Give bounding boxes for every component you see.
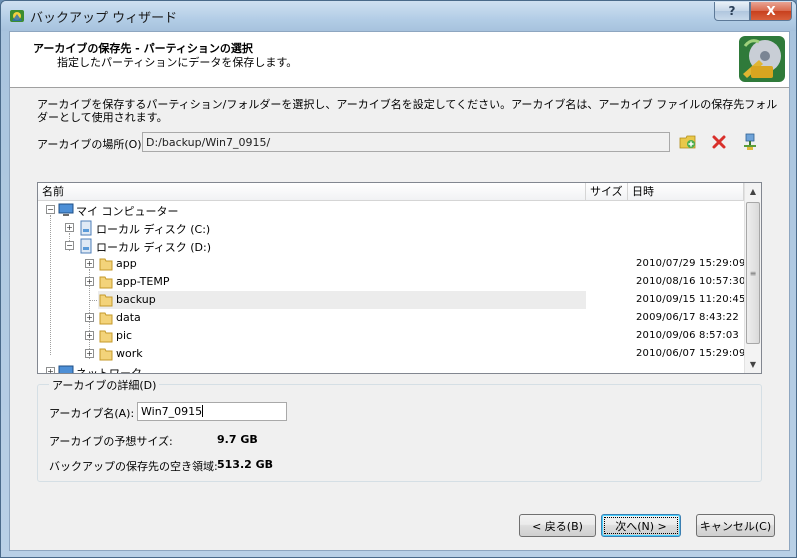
network-icon [58,365,74,373]
delete-icon [712,135,726,149]
location-field[interactable]: D:/backup/Win7_0915/ [142,132,670,152]
instruction-text: アーカイブを保存するパーティション/フォルダーを選択し、アーカイブ名を設定してく… [37,98,778,124]
scroll-down-arrow[interactable]: ▼ [745,356,761,373]
new-folder-button[interactable] [677,132,699,152]
page-subtitle: 指定したパーティションにデータを保存します。 [57,56,298,69]
tree-label: work [116,347,143,360]
delete-button[interactable] [708,132,730,152]
collapse-toggle[interactable]: − [46,205,55,214]
expand-toggle[interactable]: + [85,277,94,286]
tree-row[interactable]: + app 2010/07/29 15:29:09 [38,255,746,273]
expand-toggle[interactable]: + [85,331,94,340]
tree-label: ローカル ディスク (C:) [96,223,211,236]
app-icon [10,10,24,22]
folder-icon [99,348,113,361]
cancel-button[interactable]: キャンセル(C) [696,514,775,537]
expand-toggle[interactable]: + [65,223,74,232]
folder-icon [99,330,113,343]
column-name[interactable]: 名前 [38,183,586,201]
archive-name-label: アーカイブ名(A): [49,407,135,420]
expand-toggle[interactable]: + [85,349,94,358]
wizard-header-icon [739,36,785,82]
new-folder-icon [679,135,696,149]
tree-row-selected[interactable]: backup 2010/09/15 11:20:45 [38,291,746,309]
location-label: アーカイブの場所(O): [37,138,146,151]
window-title: バックアップ ウィザード [30,11,178,26]
tree-row[interactable]: + data 2009/06/17 8:43:22 [38,309,744,327]
estimated-size-value: 9.7 GB [217,433,258,446]
tree-scrollbar[interactable]: ▲ ≡ ▼ [744,183,761,373]
tree-date: 2010/07/29 15:29:09 [636,258,746,269]
tree-date: 2010/09/06 8:57:03 [636,330,739,341]
tree-label: data [116,311,141,324]
expand-toggle[interactable]: + [85,313,94,322]
network-location-button[interactable] [739,132,761,152]
tree-label: app [116,257,137,270]
collapse-toggle[interactable]: − [65,241,74,250]
folder-icon [99,312,113,325]
folder-tree[interactable]: 名前 サイズ 日時 − マイ コンピューター + ローカル ディスク (C:) … [37,182,762,374]
next-button[interactable]: 次へ(N) > [601,514,681,537]
expand-toggle[interactable]: + [46,367,55,373]
tree-date: 2009/06/17 8:43:22 [636,312,739,323]
tree-label: pic [116,329,133,342]
free-space-label: バックアップの保存先の空き領域: [49,460,218,473]
column-size[interactable]: サイズ [586,183,628,201]
tree-row[interactable]: + app-TEMP 2010/08/16 10:57:30 [38,273,746,291]
tree-row[interactable]: + ローカル ディスク (C:) [38,219,744,237]
wizard-client: アーカイブの保存先 - パーティションの選択 指定したパーティションにデータを保… [9,31,790,551]
scroll-thumb[interactable]: ≡ [746,202,760,344]
tree-label: backup [116,293,156,306]
tree-row[interactable]: + pic 2010/09/06 8:57:03 [38,327,744,345]
tree-date: 2010/09/15 11:20:45 [636,294,746,305]
selection-highlight [98,291,586,309]
column-date[interactable]: 日時 [628,183,744,201]
tree-row[interactable]: + ネットワーク [38,363,744,374]
drive-icon [80,220,92,236]
tree-row[interactable]: + work 2010/06/07 15:29:09 [38,345,746,363]
network-location-icon [744,133,756,150]
tree-row[interactable]: − ローカル ディスク (D:) [38,237,744,255]
close-button[interactable]: X [750,2,792,21]
folder-icon [99,276,113,289]
tree-label: ネットワーク [76,367,142,374]
tree-date: 2010/06/07 15:29:09 [636,348,746,359]
wizard-window: バックアップ ウィザード ? X アーカイブの保存先 - パーティションの選択 … [0,0,797,558]
free-space-value: 513.2 GB [217,458,274,471]
computer-icon [58,203,74,216]
tree-date: 2010/08/16 10:57:30 [636,276,746,287]
tree-label: ローカル ディスク (D:) [96,241,211,254]
drive-icon [80,238,92,254]
expand-toggle[interactable]: + [85,259,94,268]
tree-label: app-TEMP [116,275,170,288]
folder-icon [99,294,113,307]
tree-row[interactable]: − マイ コンピューター [38,201,744,219]
estimated-size-label: アーカイブの予想サイズ: [49,435,173,448]
scroll-up-arrow[interactable]: ▲ [745,183,761,200]
wizard-header: アーカイブの保存先 - パーティションの選択 指定したパーティションにデータを保… [10,32,789,88]
title-bar: バックアップ ウィザード ? X [1,1,796,31]
back-button[interactable]: < 戻る(B) [519,514,596,537]
tree-label: マイ コンピューター [76,205,179,218]
archive-name-input[interactable]: Win7_0915 [137,402,287,421]
tree-header: 名前 サイズ 日時 [38,183,744,201]
folder-icon [99,258,113,271]
help-button[interactable]: ? [714,2,750,21]
archive-details-legend: アーカイブの詳細(D) [49,377,160,393]
